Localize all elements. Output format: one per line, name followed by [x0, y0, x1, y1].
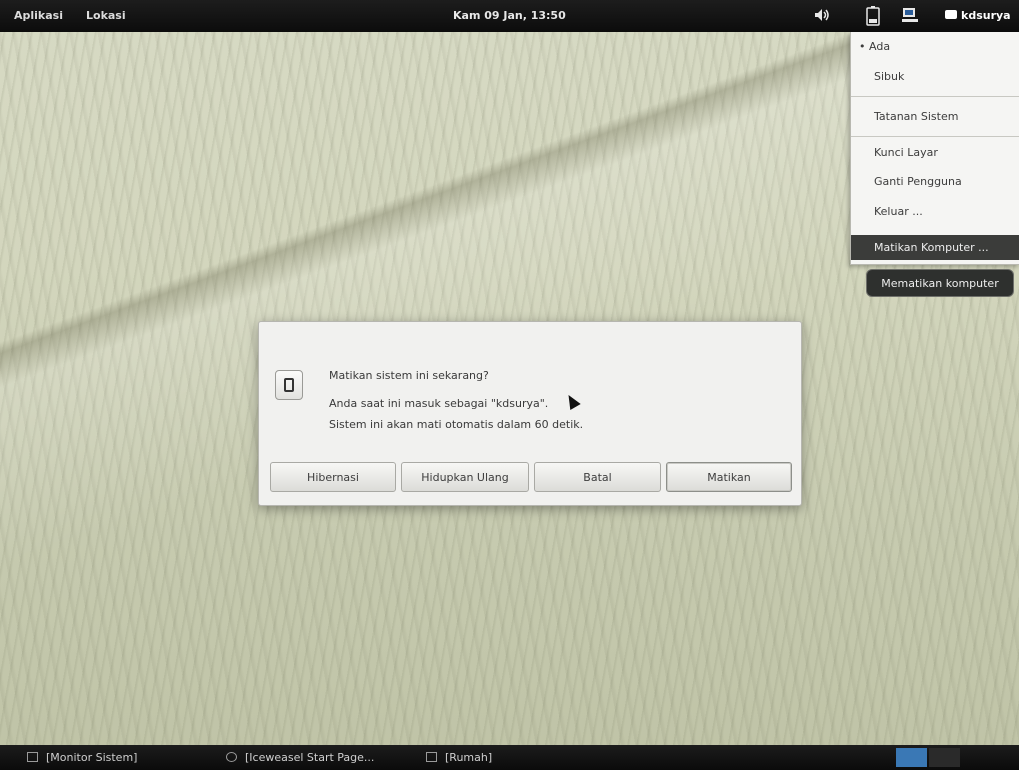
power-off-tooltip: Mematikan komputer	[866, 269, 1014, 297]
restart-button[interactable]: Hidupkan Ulang	[401, 462, 529, 492]
status-busy-item[interactable]: Sibuk	[874, 70, 904, 83]
workspace-1[interactable]	[896, 748, 927, 767]
places-menu[interactable]: Lokasi	[86, 9, 126, 22]
lock-screen-item[interactable]: Kunci Layar	[874, 146, 938, 159]
task-label: [Iceweasel Start Page...	[245, 751, 375, 764]
task-label: [Monitor Sistem]	[46, 751, 138, 764]
shutdown-button[interactable]: Matikan	[666, 462, 792, 492]
dialog-user-line: Anda saat ini masuk sebagai "kdsurya".	[329, 397, 549, 410]
workspace-2[interactable]	[929, 748, 960, 767]
monitor-icon	[27, 752, 38, 762]
switch-user-item[interactable]: Ganti Pengguna	[874, 175, 962, 188]
volume-icon[interactable]	[813, 6, 831, 24]
status-available-item[interactable]: • Ada	[859, 40, 890, 53]
folder-icon	[426, 752, 437, 762]
user-menu: • Ada Sibuk Tatanan Sistem Kunci Layar G…	[850, 32, 1019, 265]
status-available-label: Ada	[869, 40, 891, 53]
username: kdsurya	[961, 9, 1011, 22]
task-label: [Rumah]	[445, 751, 493, 764]
menu-separator	[851, 96, 1019, 97]
bottom-panel: [Monitor Sistem] [Iceweasel Start Page..…	[0, 745, 1019, 770]
top-panel: Aplikasi Lokasi Kam 09 Jan, 13:50 kdsury…	[0, 0, 1019, 32]
task-browser[interactable]: [Iceweasel Start Page...	[226, 749, 374, 766]
clock[interactable]: Kam 09 Jan, 13:50	[453, 9, 566, 22]
applications-menu[interactable]: Aplikasi	[14, 9, 63, 22]
browser-icon	[226, 752, 237, 762]
shutdown-dialog: Matikan sistem ini sekarang? Anda saat i…	[258, 321, 802, 506]
user-chat-icon	[945, 10, 957, 19]
hibernate-button[interactable]: Hibernasi	[270, 462, 396, 492]
dialog-countdown-line: Sistem ini akan mati otomatis dalam 60 d…	[329, 418, 584, 431]
system-settings-item[interactable]: Tatanan Sistem	[874, 110, 958, 123]
cancel-button[interactable]: Batal	[534, 462, 661, 492]
user-menu-button[interactable]: kdsurya	[943, 6, 1019, 26]
task-monitor[interactable]: [Monitor Sistem]	[27, 749, 137, 766]
power-off-item[interactable]: Matikan Komputer ...	[851, 235, 1019, 260]
task-home-folder[interactable]: [Rumah]	[426, 749, 492, 766]
chat-icon[interactable]	[901, 6, 919, 24]
selected-mark: •	[859, 40, 866, 53]
battery-icon[interactable]	[866, 6, 880, 26]
dialog-title: Matikan sistem ini sekarang?	[329, 369, 489, 382]
menu-separator	[851, 136, 1019, 137]
power-icon	[275, 370, 303, 400]
log-out-item[interactable]: Keluar ...	[874, 205, 923, 218]
